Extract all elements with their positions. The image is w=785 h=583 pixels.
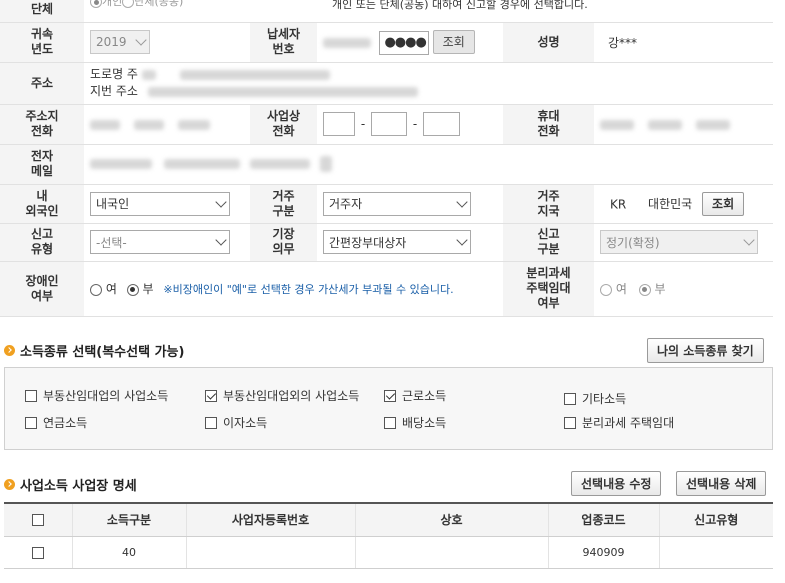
income-item-other[interactable]: 기타소득	[564, 390, 626, 407]
tax-year-select[interactable]: 2019	[90, 30, 150, 54]
bookkeeping-label: 기장 의무	[250, 223, 317, 262]
biz-phone-mid-input[interactable]	[371, 112, 407, 136]
name-label: 성명	[503, 22, 594, 63]
cell-biz-no	[186, 536, 356, 569]
chevron-circle-icon	[4, 345, 15, 356]
income-item-non-rental-business[interactable]: 부동산임대업외의 사업소득	[205, 387, 359, 404]
biz-phone-label: 사업상 전화	[250, 104, 317, 145]
taxpayer-info-table: 단체 개인 단체(공동) 개인 또는 단체(공동) 대하여 신고할 경우에 선택합…	[0, 0, 774, 317]
income-item-separate-rental[interactable]: 분리과세 주택임대	[564, 414, 674, 431]
separate-tax-label: 분리과세 주택임대 여부	[503, 261, 594, 317]
disabled-label: 장애인 여부	[0, 261, 84, 317]
chevron-down-icon	[743, 234, 755, 246]
cell-industry-code: 940909	[548, 536, 660, 569]
income-item-interest[interactable]: 이자소득	[205, 414, 267, 431]
income-item-dividend[interactable]: 배당소득	[384, 414, 446, 431]
report-category-label: 신고 구분	[503, 223, 594, 262]
addr-phone-fields[interactable]	[84, 104, 250, 145]
income-item-pension[interactable]: 연금소득	[25, 414, 87, 431]
group-type-label: 단체	[0, 0, 84, 23]
country-name: 대한민국	[648, 197, 693, 211]
checkbox[interactable]	[384, 416, 396, 429]
table-row[interactable]: 40 940909	[4, 536, 773, 569]
income-type-box: 부동산임대업의 사업소득 부동산임대업외의 사업소득 근로소득 기타소득 연금소…	[4, 367, 773, 450]
address-value: 도로명 주 지번 주소	[84, 62, 774, 105]
col-industry-code: 업종코드	[548, 502, 660, 537]
find-income-type-button[interactable]: 나의 소득종류 찾기	[647, 338, 764, 363]
group-type-radios: 개인 단체(공동)	[84, 0, 250, 23]
col-report-type: 신고유형	[659, 502, 773, 537]
chevron-down-icon	[135, 34, 147, 46]
chevron-down-icon	[215, 195, 227, 208]
chevron-down-icon	[215, 234, 227, 246]
residency-select[interactable]: 거주자	[323, 191, 471, 216]
biz-phone-last-input[interactable]	[423, 112, 460, 136]
email-label: 전자 메일	[0, 144, 84, 185]
biz-place-table: 소득구분 사업자등록번호 상호 업종코드 신고유형 40 940909	[4, 502, 773, 569]
biz-section-title: 사업소득 사업장 명세	[4, 475, 137, 494]
chevron-down-icon	[456, 234, 468, 246]
country-code: KR	[610, 197, 627, 211]
select-all-header	[4, 502, 73, 537]
chevron-down-icon	[456, 195, 468, 208]
taxpayer-no-input[interactable]: ●●●●	[378, 30, 429, 55]
checkbox[interactable]	[564, 392, 576, 405]
select-all-checkbox[interactable]	[31, 514, 44, 527]
col-trade-name: 상호	[355, 502, 549, 537]
mobile-fields[interactable]	[594, 104, 774, 145]
separate-tax-yes-radio[interactable]	[600, 283, 612, 296]
addr-phone-label: 주소지 전화	[0, 104, 84, 145]
cell-income-type: 40	[72, 536, 187, 569]
income-item-wage[interactable]: 근로소득	[384, 387, 446, 404]
report-type-label: 신고 유형	[0, 223, 84, 262]
mobile-label: 휴대 전화	[503, 104, 594, 145]
separate-tax-no-radio[interactable]	[638, 283, 651, 296]
disabled-yes-radio[interactable]	[90, 283, 102, 296]
name-value: 강***	[594, 22, 774, 63]
report-category-select[interactable]: 정기(확정)	[600, 230, 758, 254]
taxpayer-no-redacted	[323, 37, 371, 48]
report-type-select[interactable]: -선택-	[90, 230, 230, 254]
delete-selection-button[interactable]: 선택내용 삭제	[676, 471, 767, 496]
residency-label: 거주 구분	[250, 184, 317, 224]
checkbox[interactable]	[384, 389, 396, 402]
checkbox[interactable]	[25, 389, 37, 402]
address-label: 주소	[0, 62, 84, 105]
col-biz-no: 사업자등록번호	[186, 502, 356, 537]
disabled-no-radio[interactable]	[126, 283, 139, 296]
group-type-note: 개인 또는 단체(공동) 대하여 신고할 경우에 선택합니다.	[250, 0, 774, 23]
row-checkbox[interactable]	[31, 546, 44, 559]
disabled-warning-note: ※비장애인이 "예"로 선택한 경우 가산세가 부과될 수 있습니다.	[163, 283, 454, 296]
cell-trade-name	[355, 536, 549, 569]
cell-report-type	[659, 536, 773, 569]
nationality-select[interactable]: 내국인	[90, 191, 230, 216]
chevron-circle-icon	[4, 479, 15, 490]
biz-phone-area-input[interactable]	[323, 112, 355, 136]
edit-selection-button[interactable]: 선택내용 수정	[571, 471, 662, 496]
country-lookup-button[interactable]: 조회	[702, 191, 745, 216]
tax-year-label: 귀속 년도	[0, 22, 84, 63]
taxpayer-no-label: 납세자 번호	[250, 22, 317, 63]
email-fields[interactable]	[84, 144, 774, 185]
radio-individual[interactable]	[90, 0, 102, 8]
radio-group[interactable]	[122, 0, 135, 8]
checkbox[interactable]	[205, 416, 217, 429]
nationality-label: 내 외국인	[0, 184, 84, 224]
bookkeeping-select[interactable]: 간편장부대상자	[323, 230, 471, 254]
taxpayer-lookup-button[interactable]: 조회	[432, 29, 475, 54]
checkbox[interactable]	[25, 416, 37, 429]
checkbox[interactable]	[205, 389, 217, 402]
income-section-title: 소득종류 선택(복수선택 가능)	[4, 341, 184, 360]
residence-country-label: 거주 지국	[503, 184, 594, 224]
col-income-type: 소득구분	[72, 502, 187, 537]
income-item-rental-business[interactable]: 부동산임대업의 사업소득	[25, 387, 168, 404]
checkbox[interactable]	[564, 416, 576, 429]
